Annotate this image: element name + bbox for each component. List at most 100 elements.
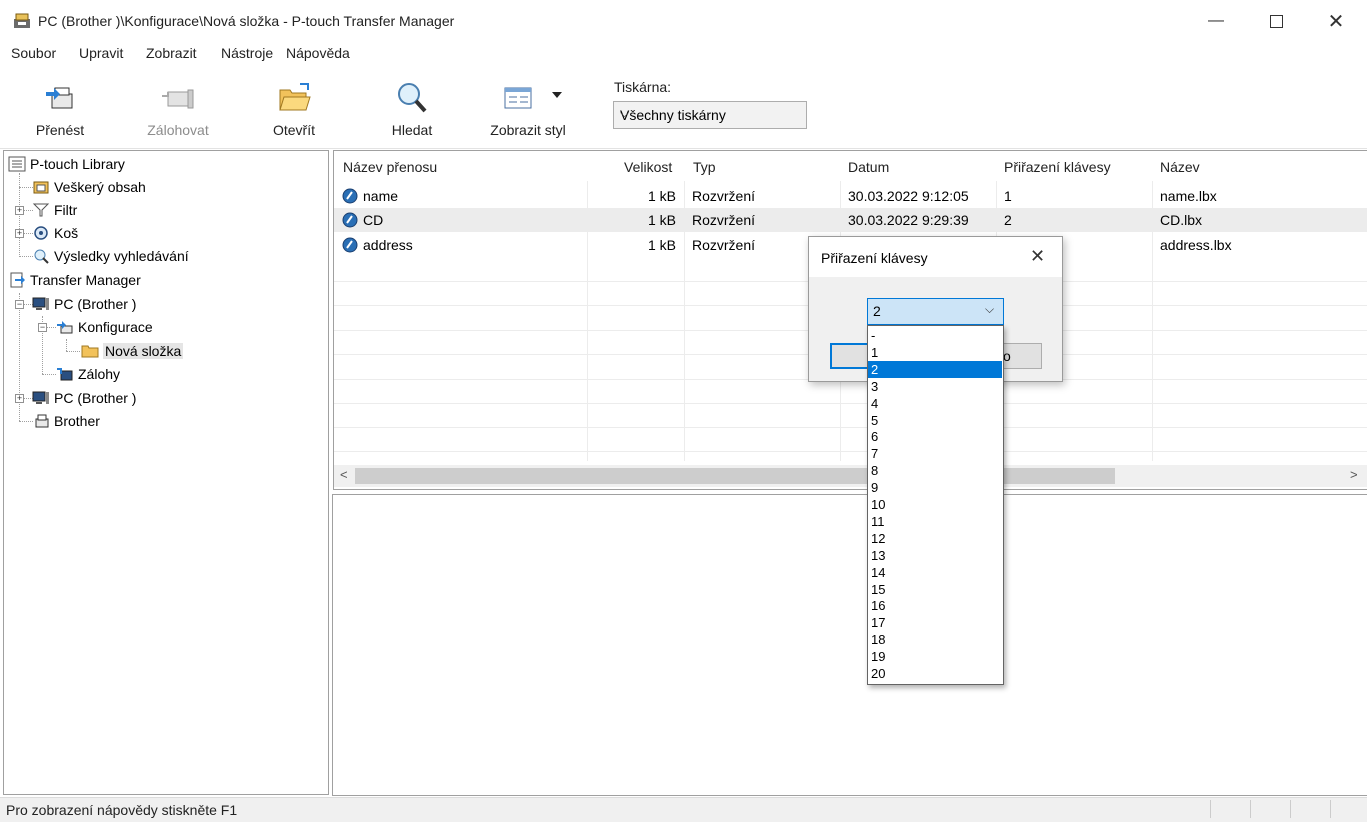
- tree-label: PC (Brother ): [54, 296, 137, 312]
- column-header-file[interactable]: Název: [1160, 159, 1200, 175]
- dropdown-option[interactable]: 11: [868, 513, 1002, 530]
- tree-node-library[interactable]: P-touch Library: [8, 153, 125, 175]
- column-header-name[interactable]: Název přenosu: [343, 159, 437, 175]
- expand-pc2[interactable]: +: [15, 394, 24, 403]
- status-separator: [1330, 800, 1331, 818]
- transfer-label: Přenést: [35, 122, 85, 138]
- dropdown-option[interactable]: 9: [868, 479, 1002, 496]
- view-style-button[interactable]: Zobrazit styl: [482, 72, 574, 144]
- open-label: Otevřít: [272, 122, 315, 138]
- tree-node-transfer-manager[interactable]: Transfer Manager: [8, 269, 141, 291]
- dialog-close-button[interactable]: ✕: [1030, 246, 1045, 267]
- dropdown-option[interactable]: -: [868, 327, 1002, 344]
- search-label: Hledat: [391, 122, 433, 138]
- minimize-button[interactable]: —: [1186, 0, 1246, 42]
- dropdown-option[interactable]: 15: [868, 581, 1002, 598]
- cell-size: 1 kB: [648, 237, 677, 253]
- transfer-printer-icon: [46, 87, 73, 109]
- tree-node-search-results[interactable]: Výsledky vyhledávání: [32, 245, 189, 267]
- scroll-left-icon[interactable]: <: [340, 467, 348, 482]
- library-icon: [8, 156, 26, 172]
- dropdown-option[interactable]: 3: [868, 378, 1002, 395]
- tree-node-config[interactable]: Konfigurace: [56, 316, 153, 338]
- cell-type: Rozvržení: [692, 212, 756, 228]
- menu-edit[interactable]: Upravit: [79, 45, 123, 61]
- view-style-label: Zobrazit styl: [490, 122, 566, 138]
- search-button[interactable]: Hledat: [376, 72, 448, 144]
- open-button[interactable]: Otevřít: [258, 72, 330, 144]
- close-icon: ✕: [1327, 10, 1345, 33]
- tree-label: Brother: [54, 413, 100, 429]
- dropdown-option[interactable]: 8: [868, 462, 1002, 479]
- maximize-button[interactable]: [1246, 0, 1306, 42]
- column-header-size[interactable]: Velikost: [624, 159, 672, 175]
- column-header-type[interactable]: Typ: [693, 159, 716, 175]
- printer-select[interactable]: Všechny tiskárny ⌵: [613, 101, 807, 129]
- app-icon: [14, 13, 30, 28]
- cell-file: name.lbx: [1160, 188, 1217, 204]
- tree-node-brother[interactable]: Brother: [32, 410, 100, 432]
- menu-file[interactable]: Soubor: [11, 45, 56, 61]
- dropdown-option[interactable]: 5: [868, 412, 1002, 429]
- dropdown-option[interactable]: 16: [868, 597, 1002, 614]
- menu-view[interactable]: Zobrazit: [146, 45, 197, 61]
- chevron-down-icon[interactable]: ⌵: [985, 302, 994, 317]
- table-row[interactable]: CD 1 kB Rozvržení 30.03.2022 9:29:39 2 C…: [334, 208, 1367, 232]
- column-header-key[interactable]: Přiřazení klávesy: [1004, 159, 1111, 175]
- dialog-button-label: o: [1003, 348, 1011, 364]
- printer-icon: [35, 414, 49, 428]
- tree-label: Nová složka: [103, 343, 184, 359]
- menu-help[interactable]: Nápověda: [286, 45, 350, 61]
- preview-pane: [332, 494, 1367, 796]
- printer-label: Tiskárna:: [614, 79, 672, 95]
- maximize-icon: [1269, 14, 1283, 28]
- dropdown-option[interactable]: 13: [868, 547, 1002, 564]
- dropdown-option[interactable]: 19: [868, 648, 1002, 665]
- tree-node-all-content[interactable]: Veškerý obsah: [32, 176, 146, 198]
- window-title: PC (Brother )\Konfigurace\Nová složka - …: [38, 13, 455, 29]
- dropdown-option[interactable]: 2: [868, 360, 1002, 378]
- key-combo[interactable]: [867, 298, 1004, 325]
- dropdown-option[interactable]: 20: [868, 665, 1002, 682]
- dropdown-option[interactable]: 10: [868, 496, 1002, 513]
- trash-icon: [34, 226, 48, 240]
- dropdown-option[interactable]: 6: [868, 428, 1002, 445]
- dropdown-option[interactable]: 7: [868, 445, 1002, 462]
- menu-tools[interactable]: Nástroje: [221, 45, 273, 61]
- ok-button[interactable]: [830, 343, 870, 369]
- layout-file-icon: [342, 237, 358, 253]
- menu-bar: [0, 42, 1367, 66]
- tree-node-filter[interactable]: Filtr: [32, 199, 77, 221]
- cell-size: 1 kB: [648, 212, 677, 228]
- transfer-button[interactable]: Přenést: [22, 72, 98, 144]
- expand-filter[interactable]: +: [15, 206, 24, 215]
- tree-node-trash[interactable]: Koš: [32, 222, 78, 244]
- close-button[interactable]: ✕: [1306, 0, 1366, 42]
- tree-node-backups[interactable]: Zálohy: [56, 363, 120, 385]
- dropdown-option[interactable]: 18: [868, 631, 1002, 648]
- dropdown-option[interactable]: 12: [868, 530, 1002, 547]
- tree-node-pc1[interactable]: PC (Brother ): [32, 293, 136, 315]
- tree-label: Transfer Manager: [30, 272, 141, 288]
- dropdown-option[interactable]: 4: [868, 395, 1002, 412]
- expand-trash[interactable]: +: [15, 229, 24, 238]
- dropdown-arrow-icon[interactable]: [552, 92, 562, 100]
- dropdown-option[interactable]: 14: [868, 564, 1002, 581]
- scroll-right-icon[interactable]: >: [1350, 467, 1358, 482]
- status-separator: [1210, 800, 1211, 818]
- cell-key: 1: [1004, 188, 1012, 204]
- tree-node-pc2[interactable]: PC (Brother ): [32, 387, 136, 409]
- collapse-pc1[interactable]: −: [15, 300, 24, 309]
- tree-node-new-folder[interactable]: Nová složka: [81, 340, 184, 362]
- tree-label: Konfigurace: [78, 319, 153, 335]
- dropdown-option[interactable]: 17: [868, 614, 1002, 631]
- folder-icon: [81, 345, 99, 358]
- cell-name: CD: [363, 212, 384, 228]
- backup-button[interactable]: Zálohovat: [138, 72, 218, 144]
- collapse-config[interactable]: −: [38, 323, 47, 332]
- key-combo-value: 2: [873, 303, 881, 319]
- table-row[interactable]: name 1 kB Rozvržení 30.03.2022 9:12:05 1…: [334, 184, 1367, 208]
- column-header-date[interactable]: Datum: [848, 159, 889, 175]
- layout-file-icon: [342, 188, 358, 204]
- dropdown-option[interactable]: 1: [868, 344, 1002, 361]
